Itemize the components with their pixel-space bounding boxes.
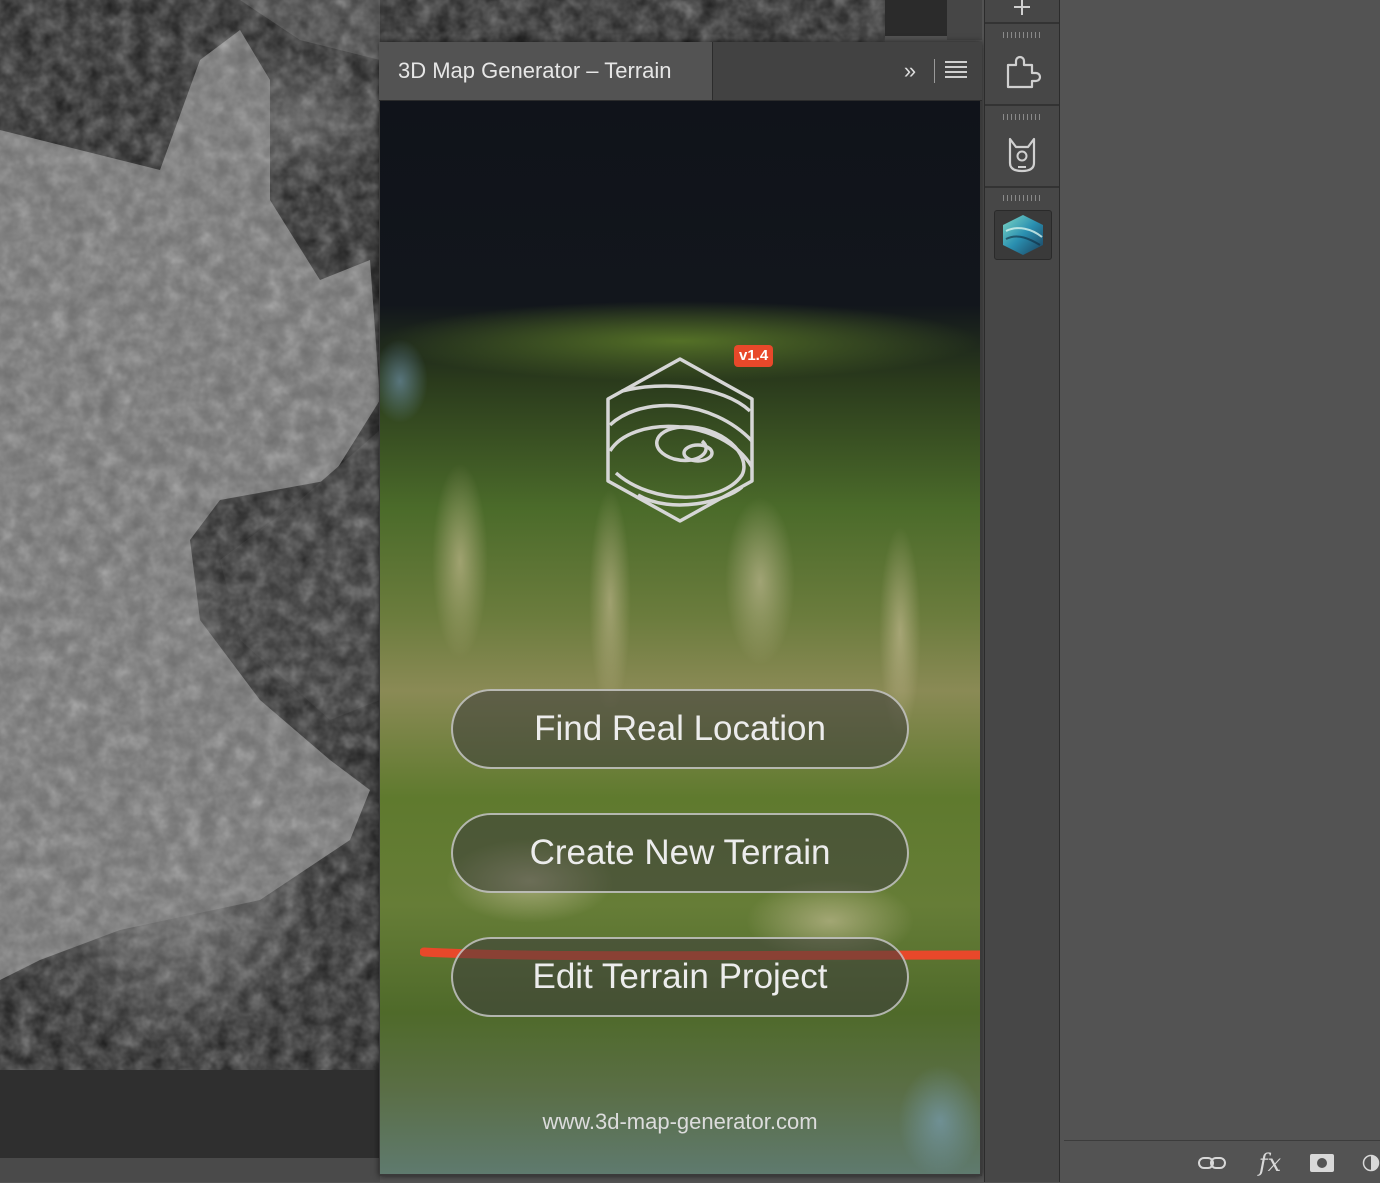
add-panel-button[interactable] xyxy=(995,0,1049,24)
panel-menu-button[interactable] xyxy=(945,61,967,81)
version-badge: v1.4 xyxy=(734,345,774,367)
plus-icon xyxy=(1014,0,1030,15)
hamburger-menu-icon xyxy=(945,61,967,78)
find-real-location-button[interactable]: Find Real Location xyxy=(451,689,909,769)
canvas-side-strip xyxy=(947,0,982,40)
panel-title: 3D Map Generator – Terrain xyxy=(398,58,672,83)
canvas-status-bar xyxy=(0,1070,380,1158)
layers-bottom-toolbar: fx xyxy=(1064,1140,1380,1183)
website-link[interactable]: www.3d-map-generator.com xyxy=(380,1109,980,1135)
panel-dock xyxy=(984,0,1060,1182)
panel-tab[interactable]: 3D Map Generator – Terrain xyxy=(379,42,713,100)
extension-panel: 3D Map Generator – Terrain » v1.4 Find R… xyxy=(379,42,982,1176)
3d-map-generator-app-button[interactable] xyxy=(994,210,1052,260)
canvas-scroll-region xyxy=(885,0,947,36)
header-divider xyxy=(934,59,935,83)
double-chevron-right-icon: » xyxy=(903,58,917,83)
add-mask-button[interactable] xyxy=(1308,1149,1336,1177)
edit-terrain-project-button[interactable]: Edit Terrain Project xyxy=(451,937,909,1017)
layer-effects-button[interactable]: fx xyxy=(1254,1149,1286,1177)
adjustment-icon xyxy=(1362,1154,1380,1172)
cat-icon xyxy=(1008,137,1036,173)
plugins-icon xyxy=(1006,55,1042,89)
properties-panel-area xyxy=(1060,0,1380,1182)
plugins-button[interactable] xyxy=(995,44,1049,98)
adjustment-layer-button[interactable] xyxy=(1362,1149,1380,1177)
panel-body: v1.4 Find Real Location Create New Terra… xyxy=(380,101,980,1174)
link-layers-button[interactable] xyxy=(1196,1149,1228,1177)
canvas-horizontal-scrollbar[interactable] xyxy=(0,1158,380,1182)
3d-map-generator-app-icon xyxy=(1003,215,1043,255)
fx-icon: fx xyxy=(1258,1149,1282,1177)
link-icon xyxy=(1198,1157,1226,1169)
mask-icon xyxy=(1310,1154,1334,1172)
cat-extension-button[interactable] xyxy=(995,126,1049,180)
create-new-terrain-button[interactable]: Create New Terrain xyxy=(451,813,909,893)
topographic-hexagon-logo-icon xyxy=(606,357,754,523)
panel-header: 3D Map Generator – Terrain » xyxy=(379,42,982,101)
collapse-panel-button[interactable]: » xyxy=(895,57,925,85)
